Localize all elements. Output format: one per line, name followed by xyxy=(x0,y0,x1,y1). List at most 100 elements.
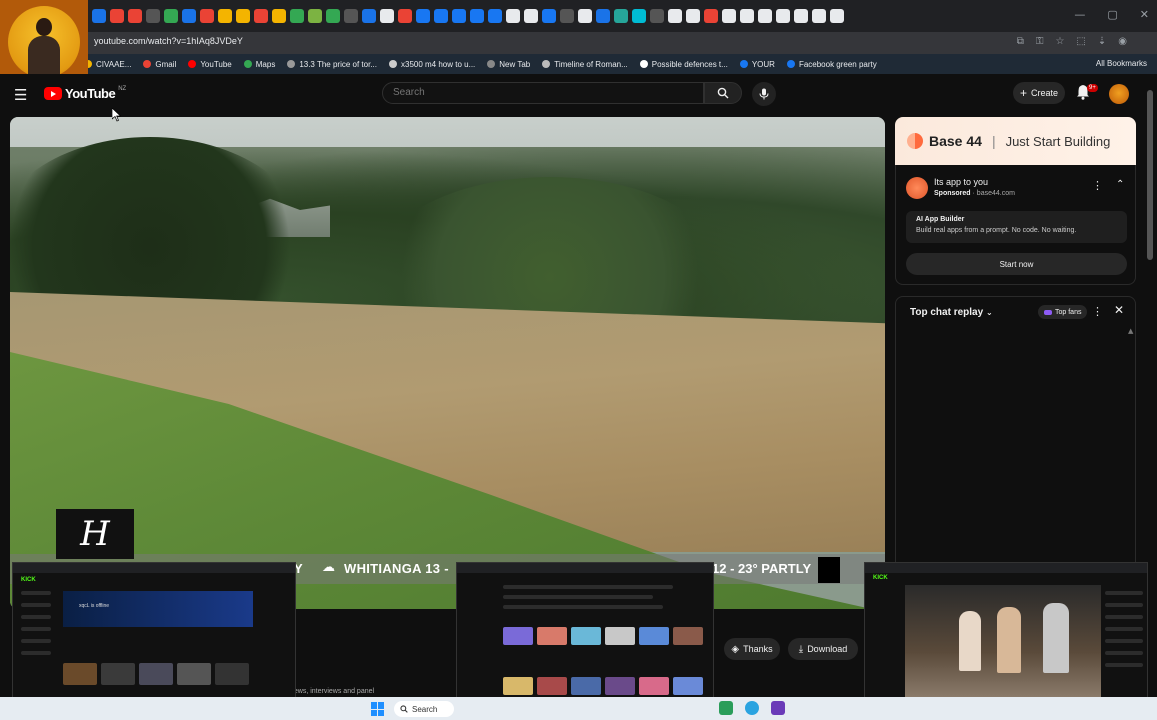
bookmark-item[interactable]: x3500 m4 how to u... xyxy=(389,60,475,69)
chat-scroll-up-icon[interactable]: ▲ xyxy=(1128,327,1133,335)
bookmark-item[interactable]: YouTube xyxy=(188,60,232,69)
stream-overlay-thumbnail-fight: KICK xyxy=(864,562,1148,712)
thumb-chat-row xyxy=(1105,639,1143,643)
url-text[interactable]: youtube.com/watch?v=1hIAq8JVDeY xyxy=(94,36,243,46)
minimize-icon[interactable]: — xyxy=(1074,8,1085,21)
browser-tab-favicon[interactable] xyxy=(560,9,574,23)
browser-tab-favicon[interactable] xyxy=(740,9,754,23)
fighter-1 xyxy=(959,611,981,671)
browser-tab-favicon[interactable] xyxy=(830,9,844,23)
voice-search-button[interactable] xyxy=(752,82,776,106)
browser-tab-favicon[interactable] xyxy=(200,9,214,23)
browser-tab-favicon[interactable] xyxy=(542,9,556,23)
browser-tab-favicon[interactable] xyxy=(794,9,808,23)
bookmark-item[interactable]: 13.3 The price of tor... xyxy=(287,60,377,69)
browser-tab-favicon[interactable] xyxy=(524,9,538,23)
avatar[interactable] xyxy=(1109,84,1129,104)
maximize-icon[interactable]: ▢ xyxy=(1107,8,1117,21)
thumb-tab-bar xyxy=(865,563,1147,573)
browser-tab-favicon[interactable] xyxy=(164,9,178,23)
download-icon: ⤓ xyxy=(798,643,804,655)
browser-tab-favicon[interactable] xyxy=(92,9,106,23)
profile-icon[interactable]: ◉ xyxy=(1118,36,1127,47)
create-button[interactable]: + Create xyxy=(1013,82,1065,104)
browser-tab-favicon[interactable] xyxy=(254,9,268,23)
close-icon[interactable]: ✕ xyxy=(1140,8,1149,21)
extensions-icon[interactable]: ⬚ xyxy=(1076,36,1085,47)
ad-more-options-icon[interactable]: ⋮ xyxy=(1092,179,1103,192)
browser-tab-favicon[interactable] xyxy=(308,9,322,23)
browser-tab-favicon[interactable] xyxy=(110,9,124,23)
browser-tab-favicon[interactable] xyxy=(614,9,628,23)
browser-tab-favicon[interactable] xyxy=(578,9,592,23)
bookmark-item[interactable]: CIVAAE... xyxy=(84,60,131,69)
browser-tab-favicon[interactable] xyxy=(272,9,286,23)
bookmark-item[interactable]: Facebook green party xyxy=(786,60,877,69)
ad-start-now-button[interactable]: Start now xyxy=(906,253,1127,275)
browser-tab-favicon[interactable] xyxy=(362,9,376,23)
browser-tab-favicon[interactable] xyxy=(758,9,772,23)
browser-tab-favicon[interactable] xyxy=(236,9,250,23)
browser-tab-favicon[interactable] xyxy=(128,9,142,23)
browser-tab-favicon[interactable] xyxy=(668,9,682,23)
thanks-button[interactable]: ◈ Thanks xyxy=(724,638,780,660)
thumb-video-7 xyxy=(503,677,533,695)
password-key-icon[interactable]: ⚿ xyxy=(1036,36,1044,47)
youtube-logo[interactable]: YouTube NZ xyxy=(44,86,126,101)
browser-tab-favicon[interactable] xyxy=(416,9,430,23)
browser-tab-favicon[interactable] xyxy=(506,9,520,23)
taskbar-app-icon[interactable] xyxy=(719,701,733,715)
downloads-icon[interactable]: ⇣ xyxy=(1098,36,1106,47)
browser-tab-favicon[interactable] xyxy=(704,9,718,23)
browser-tab-favicon[interactable] xyxy=(380,9,394,23)
search-input[interactable] xyxy=(393,87,693,98)
bookmark-star-icon[interactable]: ☆ xyxy=(1055,36,1064,47)
thumb-video-6 xyxy=(673,627,703,645)
browser-tab-favicon[interactable] xyxy=(686,9,700,23)
chat-title-dropdown[interactable]: Top chat replay ⌄ xyxy=(910,307,993,318)
browser-tab-favicon[interactable] xyxy=(722,9,736,23)
browser-tab-favicon[interactable] xyxy=(452,9,466,23)
thumb-chat-row xyxy=(1105,603,1143,607)
bookmark-item[interactable]: Maps xyxy=(243,60,275,69)
browser-tab-favicon[interactable] xyxy=(434,9,448,23)
download-button[interactable]: ⤓ Download xyxy=(788,638,858,660)
browser-tab-favicon[interactable] xyxy=(596,9,610,23)
browser-tab-favicon[interactable] xyxy=(290,9,304,23)
bookmark-item[interactable]: Possible defences t... xyxy=(639,60,728,69)
bookmark-item[interactable]: Gmail xyxy=(143,60,176,69)
install-icon[interactable]: ⧉ xyxy=(1017,36,1024,47)
hamburger-menu-icon[interactable]: ☰ xyxy=(14,86,27,104)
ad-collapse-icon[interactable]: ⌃ xyxy=(1116,179,1124,190)
bookmark-item[interactable]: New Tab xyxy=(487,60,530,69)
browser-tab-favicon[interactable] xyxy=(218,9,232,23)
thumb-tab-bar xyxy=(13,563,295,573)
browser-tab-favicon[interactable] xyxy=(182,9,196,23)
browser-tab-favicon[interactable] xyxy=(326,9,340,23)
chat-close-icon[interactable]: ✕ xyxy=(1114,303,1124,317)
ad-title[interactable]: Its app to you xyxy=(934,177,988,187)
all-bookmarks-button[interactable]: All Bookmarks xyxy=(1096,59,1147,68)
bookmark-item[interactable]: YOUR xyxy=(739,60,775,69)
browser-tab-favicon[interactable] xyxy=(344,9,358,23)
taskbar-search[interactable]: Search xyxy=(394,701,454,717)
chat-more-options-icon[interactable]: ⋮ xyxy=(1092,305,1103,318)
search-button[interactable] xyxy=(704,82,742,104)
taskbar-app-icon[interactable] xyxy=(771,701,785,715)
top-fans-badge[interactable]: Top fans xyxy=(1038,305,1088,319)
bookmark-item[interactable]: Timeline of Roman... xyxy=(542,60,628,69)
browser-tab-favicon[interactable] xyxy=(470,9,484,23)
ad-banner[interactable]: Base 44 | Just Start Building xyxy=(895,117,1136,165)
browser-tab-favicon[interactable] xyxy=(632,9,646,23)
browser-tab-favicon[interactable] xyxy=(650,9,664,23)
windows-start-icon[interactable] xyxy=(371,702,385,716)
video-player[interactable]: Y ☁ WHITIANGA 13 - 12 - 23° PARTLY H xyxy=(10,117,885,609)
browser-tab-favicon[interactable] xyxy=(398,9,412,23)
page-scrollbar[interactable] xyxy=(1147,90,1153,260)
browser-tab-favicon[interactable] xyxy=(488,9,502,23)
browser-tab-favicon[interactable] xyxy=(812,9,826,23)
telegram-icon[interactable] xyxy=(745,701,759,715)
browser-tab-favicon[interactable] xyxy=(146,9,160,23)
thumb-video-11 xyxy=(639,677,669,695)
browser-tab-favicon[interactable] xyxy=(776,9,790,23)
